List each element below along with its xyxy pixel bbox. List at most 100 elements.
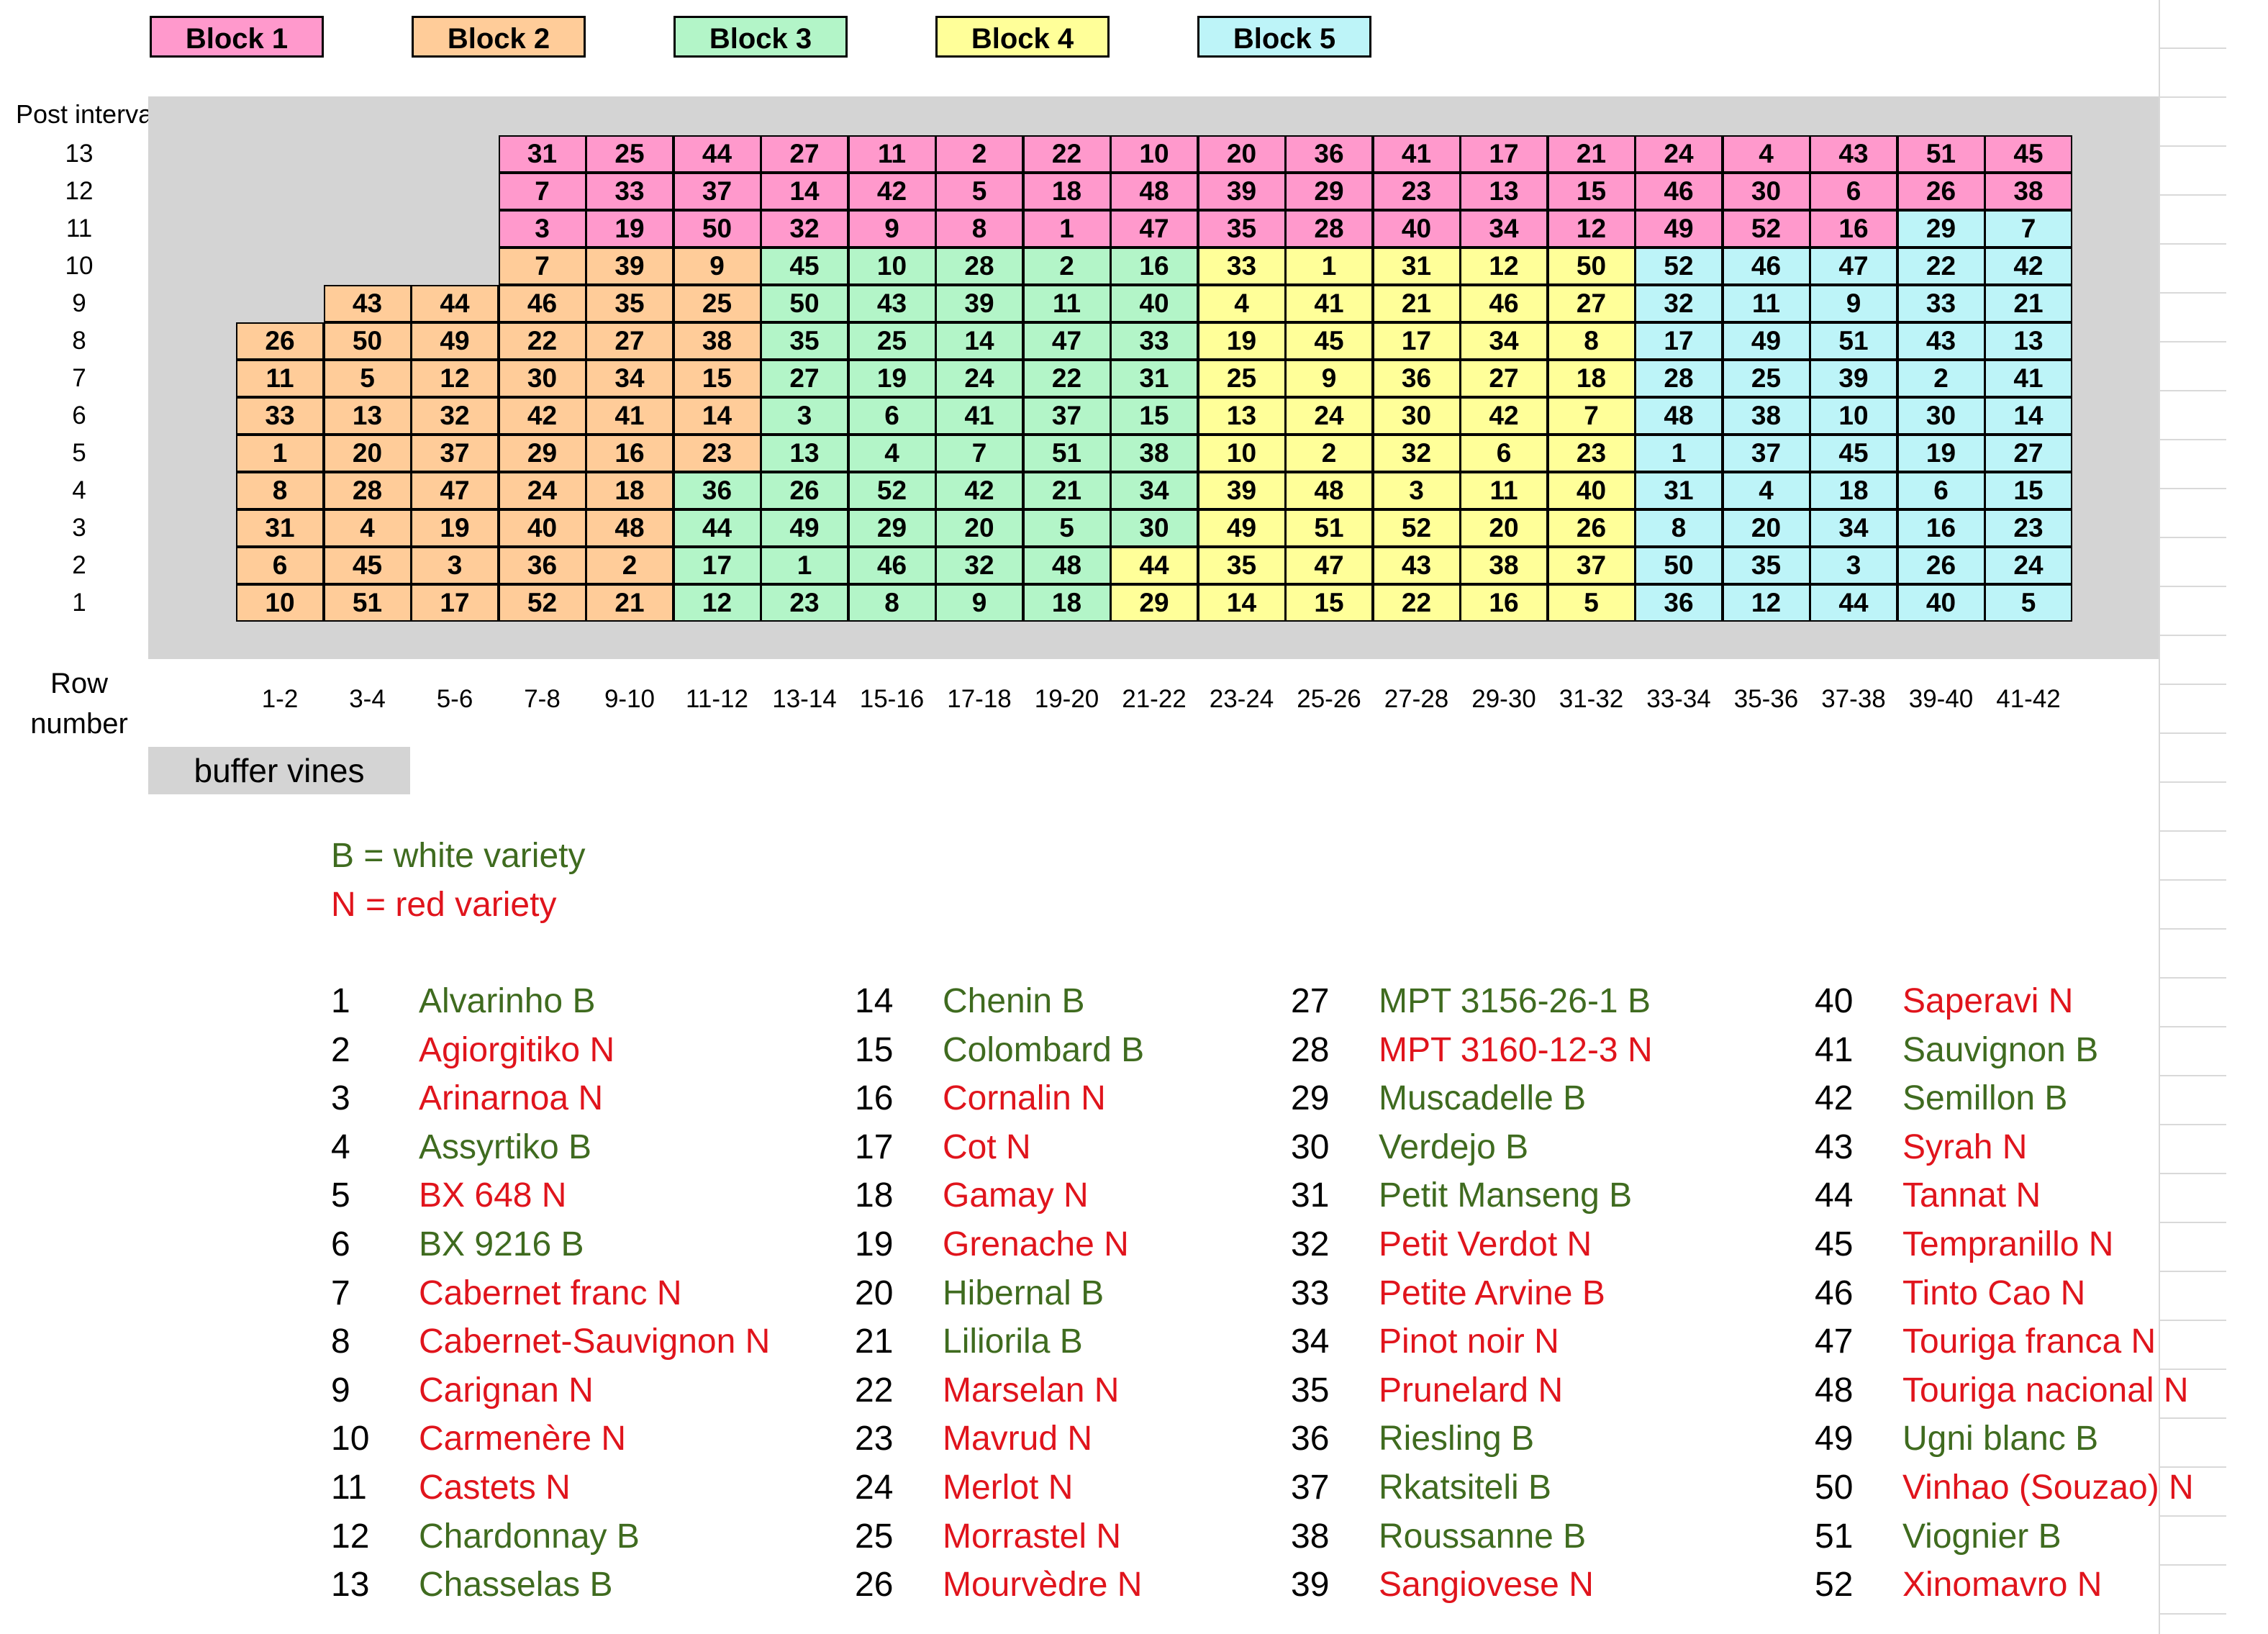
grid-cell: 46 [848, 547, 936, 584]
grid-cell: 14 [1197, 584, 1286, 622]
grid-cell: 51 [323, 584, 412, 622]
grid-cell: 50 [761, 285, 848, 322]
grid-cell: 3 [761, 397, 848, 435]
grid-cell: 23 [1984, 509, 2072, 547]
variety-number: 52 [1815, 1566, 1854, 1605]
variety-name: Grenache N [943, 1225, 1129, 1263]
grid-cell: 3 [498, 210, 586, 248]
variety-name: Hibernal B [943, 1274, 1104, 1312]
grid-cell: 52 [848, 472, 936, 509]
grid-cell: 20 [323, 435, 412, 472]
grid-cell: 42 [935, 472, 1023, 509]
grid-cell: 47 [411, 472, 499, 509]
grid-cell: 44 [673, 509, 761, 547]
variety-number: 31 [1291, 1176, 1330, 1215]
grid-cell: 41 [1285, 285, 1373, 322]
variety-number: 39 [1291, 1566, 1330, 1605]
grid-cell: 41 [935, 397, 1023, 435]
variety-name: Cornalin N [943, 1079, 1106, 1118]
grid-cell: 36 [673, 472, 761, 509]
grid-cell: 8 [848, 584, 936, 622]
grid-cell: 40 [1897, 584, 1985, 622]
grid-cell: 39 [586, 248, 673, 285]
grid-cell: 32 [935, 547, 1023, 584]
grid-cell: 12 [1460, 248, 1548, 285]
post-interval-tick: 2 [72, 551, 86, 579]
variety-name: Sangiovese N [1379, 1566, 1594, 1605]
grid-cell: 6 [1460, 435, 1548, 472]
grid-cell: 6 [236, 547, 324, 584]
variety-number: 30 [1291, 1127, 1330, 1166]
grid-cell: 14 [935, 322, 1023, 360]
grid-cell: 45 [323, 547, 412, 584]
grid-cell: 30 [1372, 397, 1461, 435]
grid-cell: 24 [498, 472, 586, 509]
grid-cell: 9 [673, 248, 761, 285]
grid-cell: 22 [1372, 584, 1461, 622]
variety-name: Chenin B [943, 982, 1085, 1020]
grid-cell: 38 [1984, 173, 2072, 210]
grid-cell: 31 [1372, 248, 1461, 285]
variety-name: Chasselas B [419, 1566, 613, 1605]
row-number-label-line: Row [50, 668, 109, 699]
grid-cell: 17 [673, 547, 761, 584]
grid-cell: 16 [1897, 509, 1985, 547]
grid-cell: 42 [1984, 248, 2072, 285]
row-number-tick: 37-38 [1821, 685, 1886, 713]
variety-number: 23 [855, 1420, 894, 1458]
variety-name: Semillon B [1902, 1079, 2068, 1118]
variety-number: 18 [855, 1176, 894, 1215]
variety-name: Carignan N [419, 1371, 594, 1410]
grid-cell: 13 [323, 397, 412, 435]
grid-cell: 13 [1197, 397, 1286, 435]
grid-cell: 36 [498, 547, 586, 584]
grid-cell: 3 [1810, 547, 1897, 584]
variety-name: Riesling B [1379, 1420, 1535, 1458]
row-number-tick: 33-34 [1646, 685, 1711, 713]
variety-number: 33 [1291, 1274, 1330, 1312]
grid-cell: 10 [1110, 135, 1198, 173]
grid-cell: 10 [236, 584, 324, 622]
grid-cell: 43 [848, 285, 936, 322]
grid-cell: 27 [761, 135, 848, 173]
grid-cell: 49 [761, 509, 848, 547]
grid-cell: 35 [1722, 547, 1810, 584]
grid-cell: 25 [1197, 360, 1286, 397]
grid-cell: 43 [1810, 135, 1897, 173]
grid-cell: 35 [586, 285, 673, 322]
grid-cell: 7 [1984, 210, 2072, 248]
grid-cell: 42 [1460, 397, 1548, 435]
grid-cell: 19 [411, 509, 499, 547]
grid-cell: 42 [848, 173, 936, 210]
grid-cell: 31 [1110, 360, 1198, 397]
row-number-tick: 41-42 [1996, 685, 2061, 713]
grid-cell: 8 [236, 472, 324, 509]
grid-cell: 1 [1285, 248, 1373, 285]
grid-cell: 18 [1547, 360, 1636, 397]
grid-cell: 35 [1197, 547, 1286, 584]
row-number-tick: 3-4 [349, 685, 386, 713]
row-number-tick: 25-26 [1297, 685, 1361, 713]
grid-cell: 45 [1285, 322, 1373, 360]
grid-cell: 27 [1460, 360, 1548, 397]
variety-number: 22 [855, 1371, 894, 1410]
variety-name: Saperavi N [1902, 982, 2074, 1020]
post-interval-tick: 8 [72, 327, 86, 355]
grid-cell: 19 [848, 360, 936, 397]
grid-cell: 49 [1635, 210, 1723, 248]
post-interval-tick: 13 [65, 140, 94, 168]
grid-cell: 15 [1110, 397, 1198, 435]
grid-cell: 34 [586, 360, 673, 397]
variety-name: Tannat N [1902, 1176, 2041, 1215]
grid-cell: 30 [498, 360, 586, 397]
grid-cell: 2 [935, 135, 1023, 173]
grid-cell: 33 [1897, 285, 1985, 322]
grid-cell: 50 [673, 210, 761, 248]
grid-cell: 3 [1372, 472, 1461, 509]
row-number-tick: 27-28 [1384, 685, 1449, 713]
grid-cell: 5 [323, 360, 412, 397]
row-number-tick: 35-36 [1733, 685, 1799, 713]
grid-cell: 11 [1722, 285, 1810, 322]
variety-number: 26 [855, 1566, 894, 1605]
variety-number: 27 [1291, 982, 1330, 1020]
